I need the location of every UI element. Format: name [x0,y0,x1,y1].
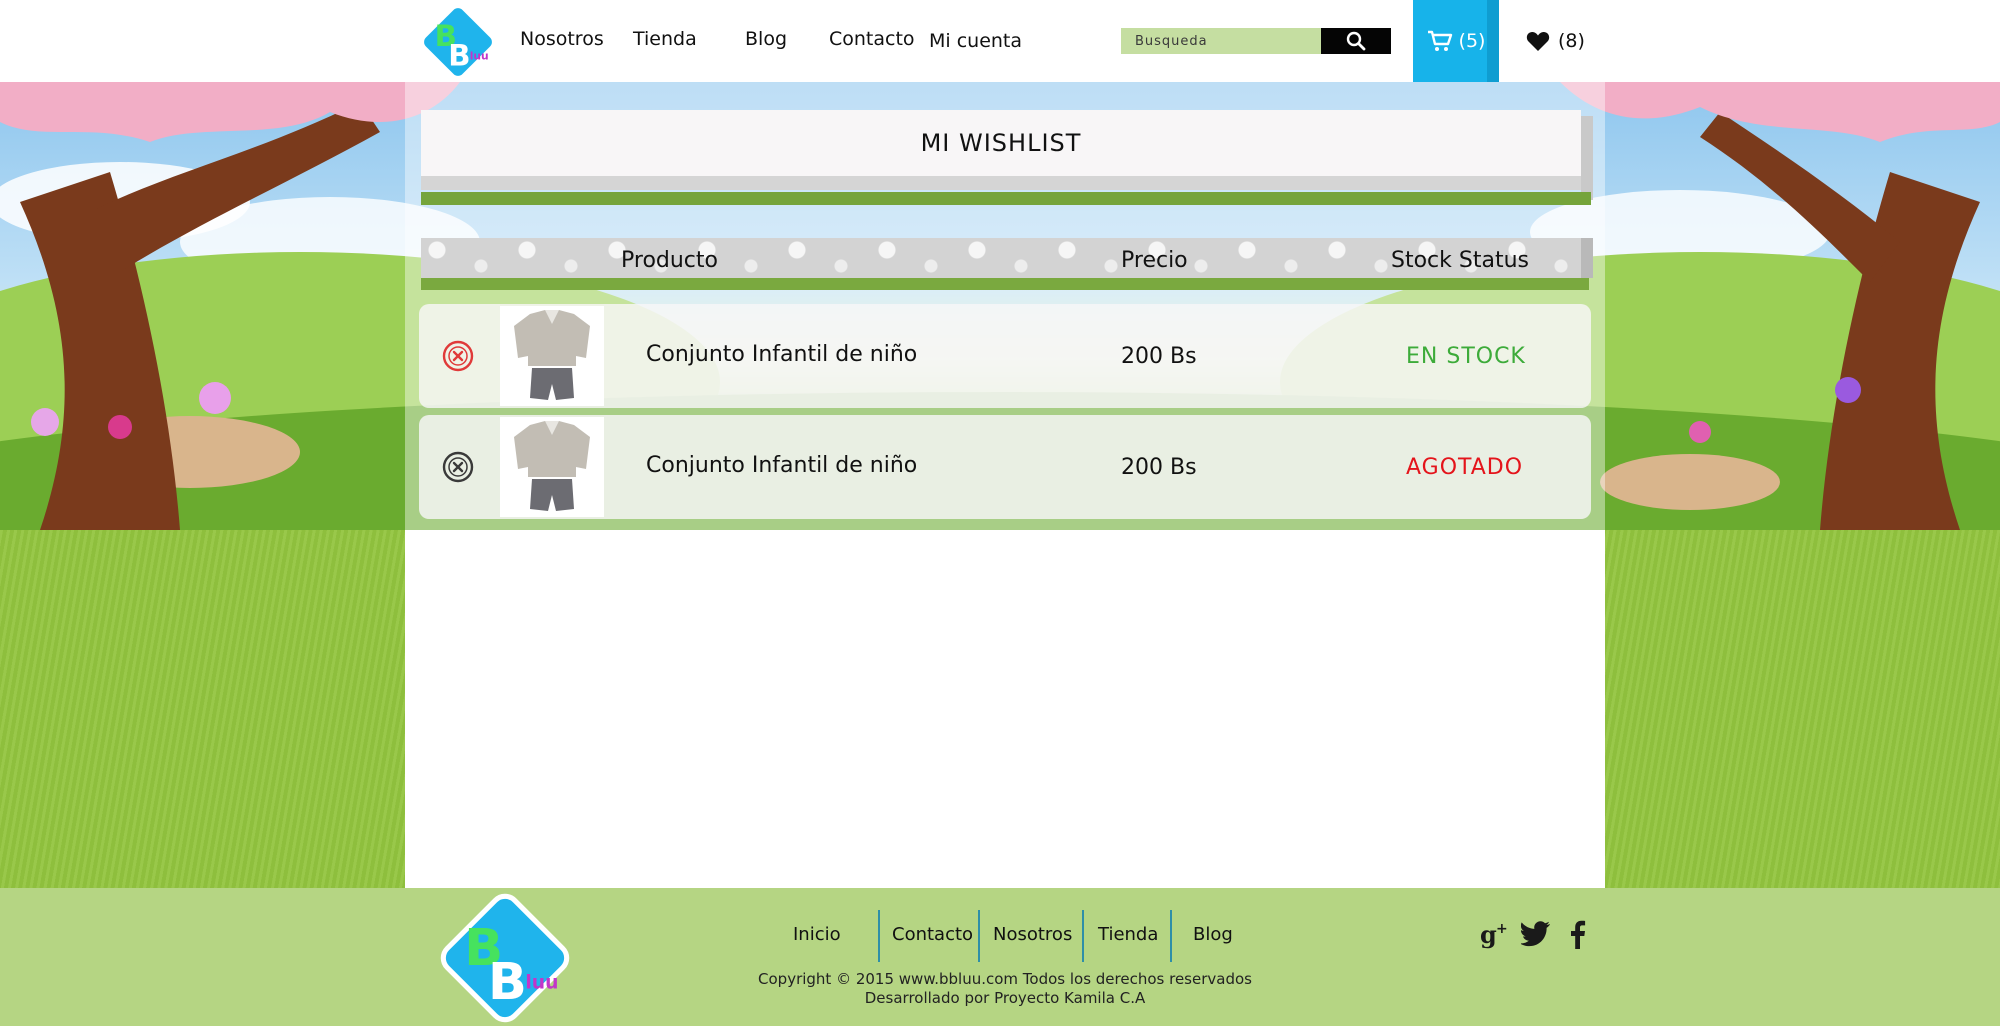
stock-status: EN STOCK [1406,344,1526,369]
cart-count: (5) [1458,30,1486,52]
cart-icon [1427,30,1452,51]
footer-divider [878,910,880,962]
copyright-text: Copyright © 2015 www.bbluu.com Todos los… [758,970,1252,988]
facebook-icon[interactable] [1562,918,1592,950]
footer-link-blog[interactable]: Blog [1193,924,1233,945]
header-producto: Producto [621,248,718,273]
svg-text:B: B [488,953,527,1012]
product-thumbnail[interactable] [500,417,604,517]
product-name[interactable]: Conjunto Infantil de niño [646,453,917,478]
footer-divider [1082,910,1084,962]
footer-divider [1170,910,1172,962]
bbluu-logo[interactable]: B B luu [419,3,497,81]
svg-text:g: g [1480,920,1497,949]
site-header: B B luu Nosotros Tienda Blog Contacto Mi… [0,0,2000,82]
svg-text:luu: luu [525,973,558,994]
product-thumbnail[interactable] [500,306,604,406]
clothing-set-image [514,310,590,400]
nav-nosotros[interactable]: Nosotros [520,28,604,50]
product-price: 200 Bs [1121,344,1197,369]
svg-text:B: B [448,38,470,72]
wishlist-count: (8) [1558,30,1585,52]
footer-link-tienda[interactable]: Tienda [1098,924,1158,945]
footer-divider [978,910,980,962]
footer-logo[interactable]: B B luu [437,890,573,1026]
remove-item-icon[interactable] [442,451,474,483]
nav-tienda[interactable]: Tienda [633,28,697,50]
product-name[interactable]: Conjunto Infantil de niño [646,342,917,367]
wishlist-title-block: MI WISHLIST [421,110,1593,206]
wishlist-row: Conjunto Infantil de niño 200 Bs AGOTADO [419,415,1591,519]
wishlist-button[interactable]: (8) [1526,27,1585,55]
google-plus-icon[interactable]: g + [1480,918,1510,950]
product-price: 200 Bs [1121,455,1197,480]
stock-status: AGOTADO [1406,455,1524,480]
clothing-set-image [514,421,590,511]
cart-button[interactable]: (5) [1413,0,1499,82]
twitter-icon[interactable] [1521,918,1551,950]
nav-mi-cuenta[interactable]: Mi cuenta [929,30,1022,52]
search-icon [1346,31,1366,51]
heart-icon [1526,31,1550,51]
footer-link-nosotros[interactable]: Nosotros [993,924,1072,945]
remove-item-icon[interactable] [442,340,474,372]
table-header: Producto Precio Stock Status [421,238,1593,294]
svg-text:+: + [1496,921,1508,937]
svg-text:luu: luu [470,50,489,63]
developer-credit: Desarrollado por Proyecto Kamila C.A [864,989,1146,1007]
header-precio: Precio [1121,248,1188,273]
content-panel [405,530,1605,888]
search-input[interactable] [1121,28,1321,54]
footer-link-inicio[interactable]: Inicio [793,924,841,945]
header-stock-status: Stock Status [1391,248,1529,273]
footer-link-contacto[interactable]: Contacto [892,924,973,945]
nav-contacto[interactable]: Contacto [829,28,915,50]
page-title: MI WISHLIST [421,110,1581,176]
search-button[interactable] [1321,28,1391,54]
wishlist-row: Conjunto Infantil de niño 200 Bs EN STOC… [419,304,1591,408]
nav-blog[interactable]: Blog [745,28,787,50]
